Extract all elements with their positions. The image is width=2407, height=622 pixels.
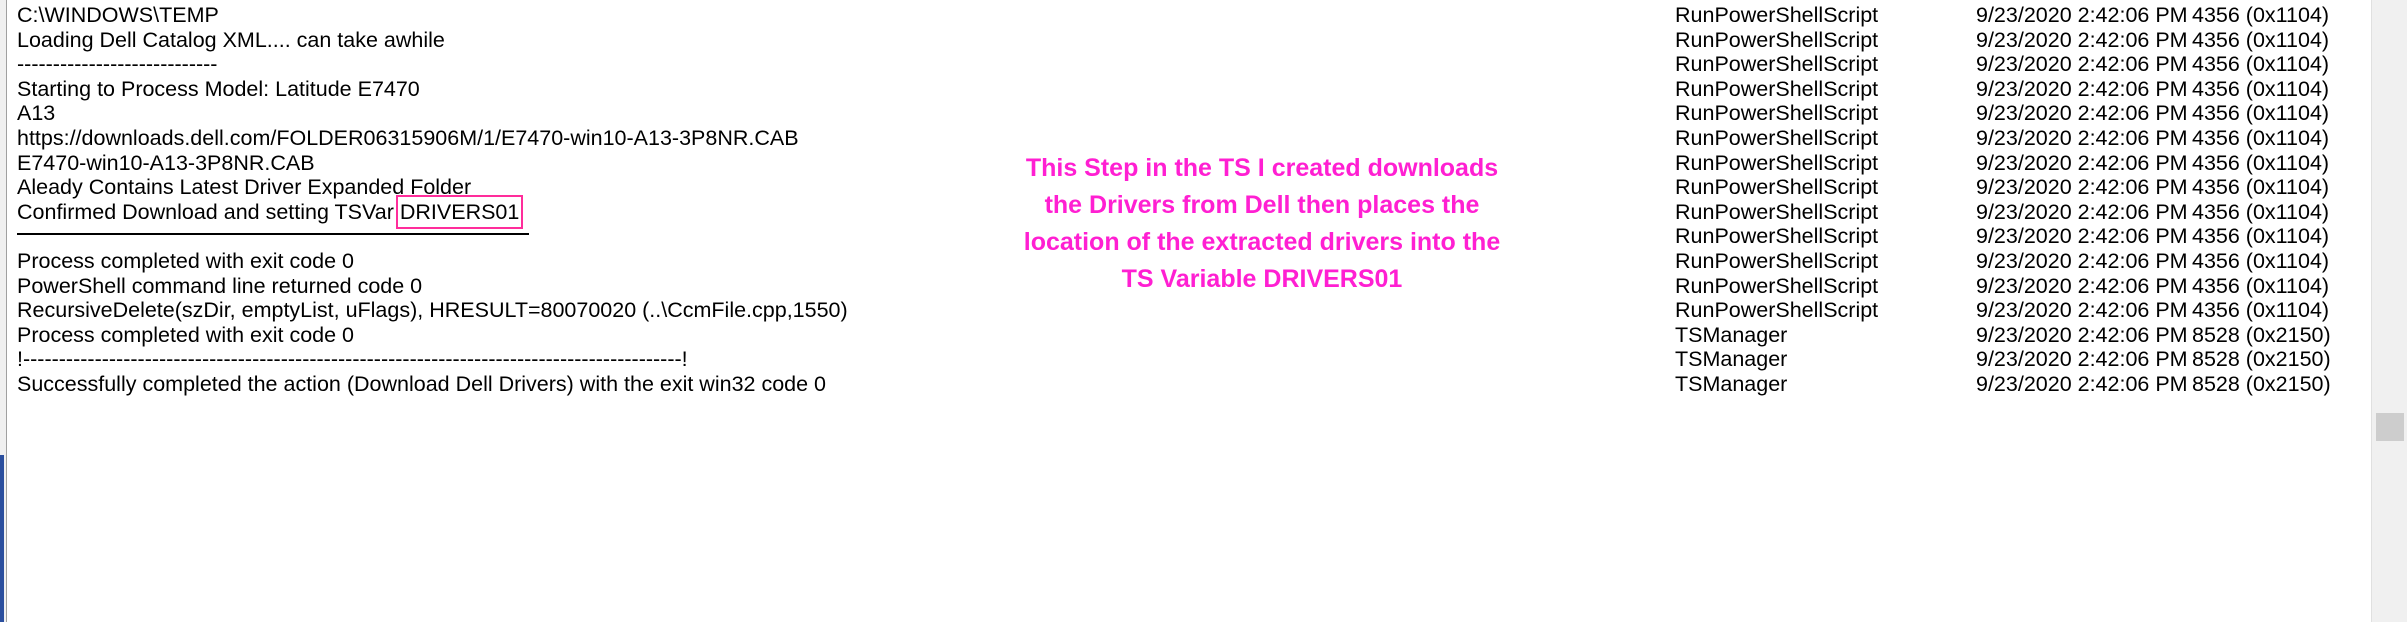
log-time: 9/23/2020 2:42:06 PM [1976,372,2188,396]
left-accent-strip [0,455,4,622]
log-row[interactable]: Successfully completed the action (Downl… [0,365,2371,403]
annotation-line: This Step in the TS I created downloads [1025,154,1499,182]
separator-underline [17,231,529,236]
annotation-line: the Drivers from Dell then places the [1044,191,1480,219]
log-message-text: Successfully completed the action (Downl… [17,372,827,396]
log-view[interactable]: C:\WINDOWS\TEMP RunPowerShellScript 9/23/2… [0,0,2371,622]
annotation-callout: This Step in the TS I created downloads … [912,150,1612,298]
annotation-line: location of the extracted drivers into t… [1023,228,1501,256]
log-thread: 8528 (0x2150) [2192,372,2331,396]
log-message: Successfully completed the action (Downl… [17,365,826,403]
vertical-scrollbar[interactable] [2371,0,2407,622]
annotation-line: TS Variable DRIVERS01 [1121,265,1403,293]
scroll-thumb[interactable] [2376,413,2404,441]
log-component: TSManager [1675,372,1788,396]
